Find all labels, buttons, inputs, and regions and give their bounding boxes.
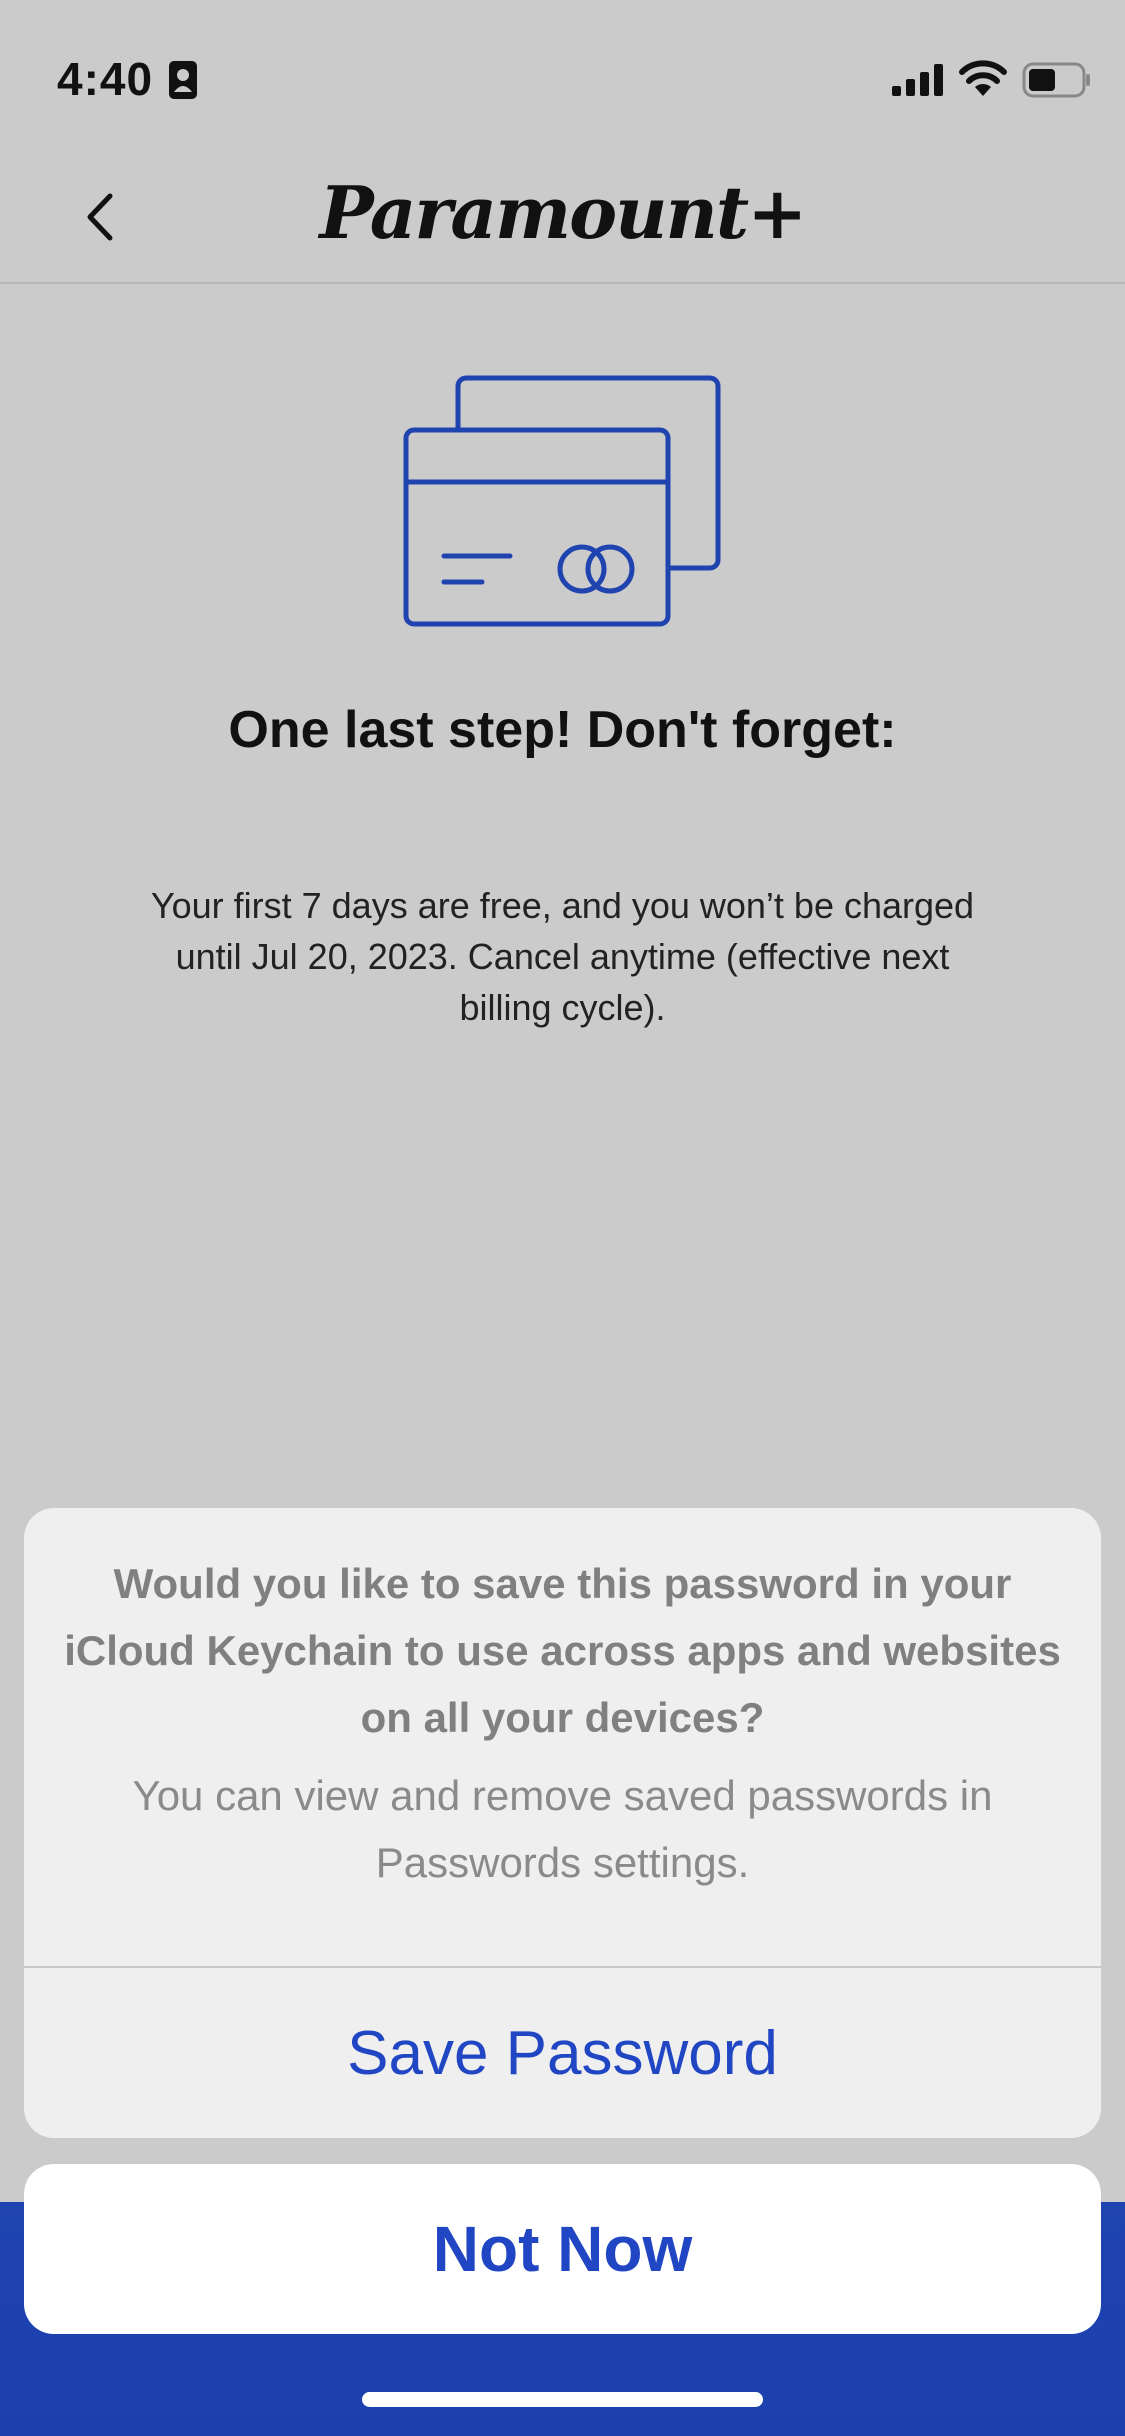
- credit-cards-icon: [403, 375, 721, 627]
- not-now-button[interactable]: Not Now: [24, 2164, 1101, 2334]
- keychain-alert-sheet: Would you like to save this password in …: [24, 1508, 1101, 2138]
- trial-info-text: Your first 7 days are free, and you won’…: [150, 885, 975, 1028]
- signal-icon: [892, 64, 943, 96]
- alert-detail: You can view and remove saved passwords …: [132, 1772, 993, 1886]
- battery-icon: [1022, 62, 1090, 98]
- status-time: 4:40: [57, 53, 154, 105]
- page-headline: One last step! Don't forget:: [228, 701, 897, 759]
- status-bar: 4:40: [0, 0, 1125, 150]
- nav-bar: Paramount+: [0, 150, 1125, 284]
- alert-message: Would you like to save this password in …: [64, 1560, 1061, 1741]
- save-password-button[interactable]: Save Password: [24, 1968, 1101, 2138]
- wifi-icon: [959, 60, 1007, 96]
- contact-card-icon: [169, 61, 197, 99]
- home-indicator[interactable]: [362, 2392, 763, 2407]
- brand-logo: Paramount+: [319, 170, 808, 255]
